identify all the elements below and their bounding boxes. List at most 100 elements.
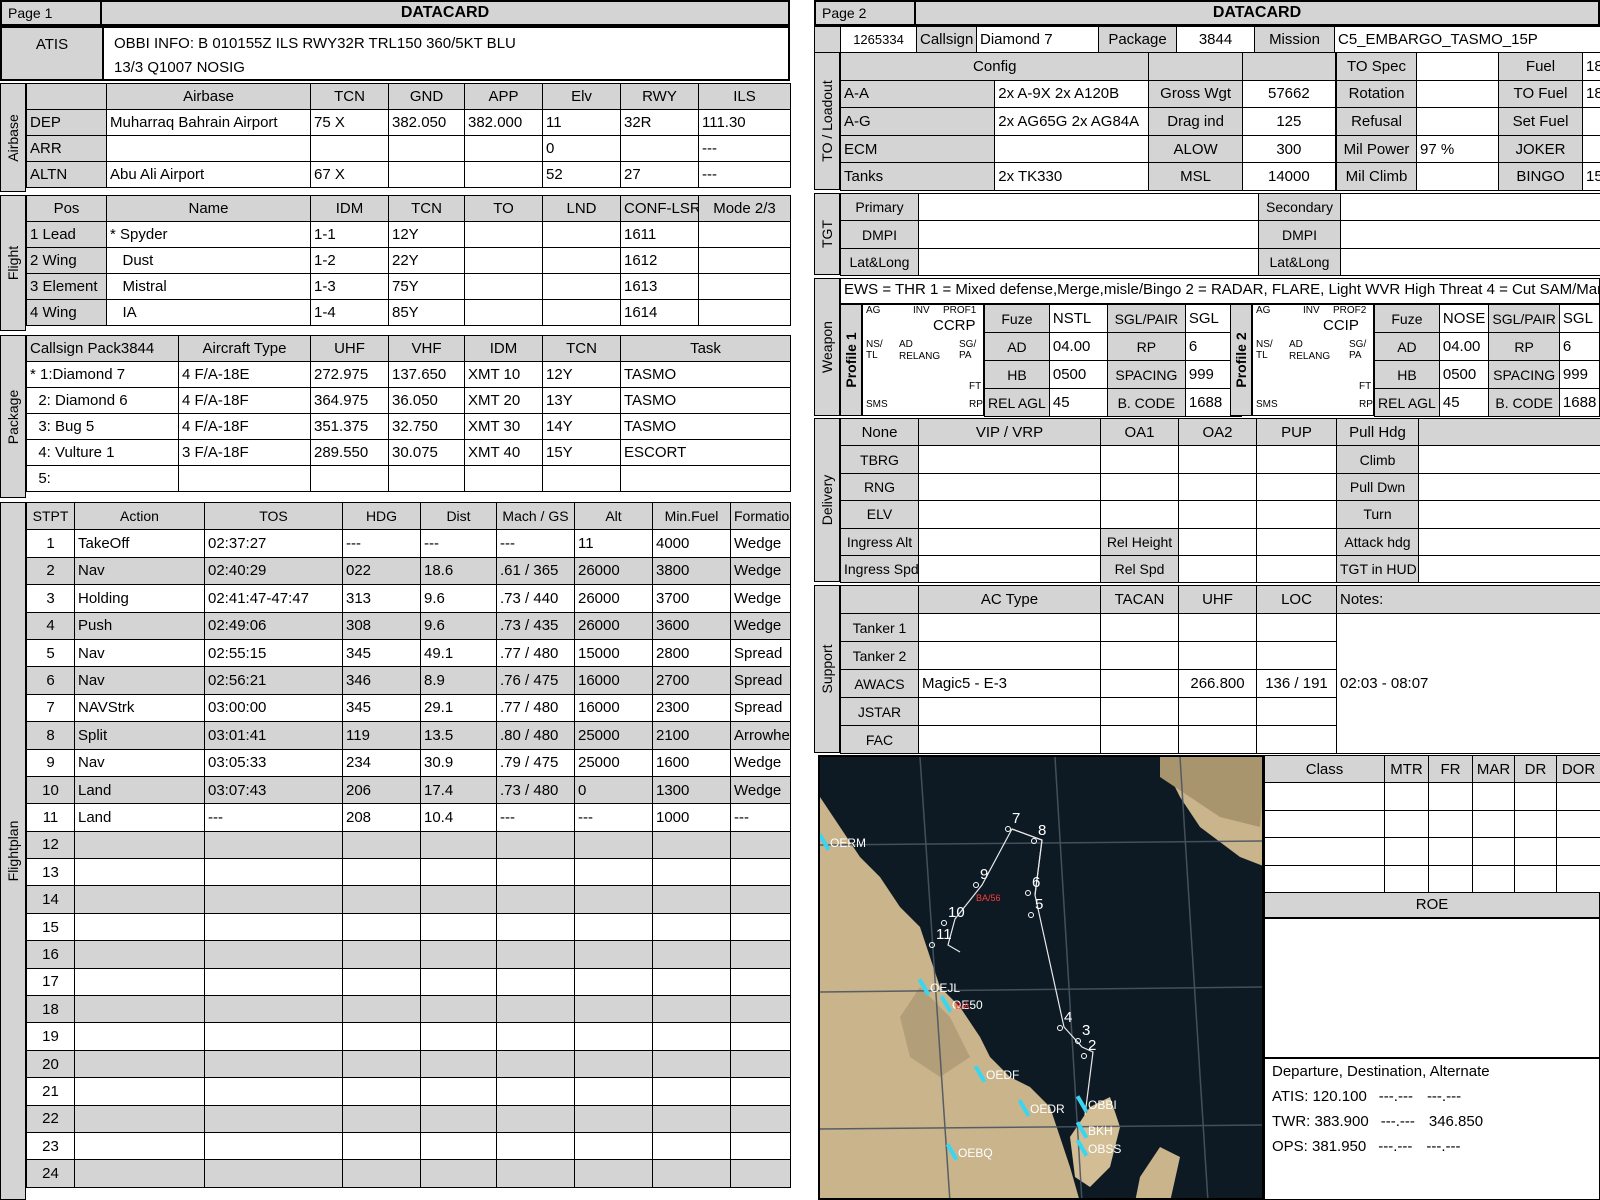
- table-cell: [542, 299, 621, 326]
- waypoint-label[interactable]: 9: [980, 866, 988, 883]
- page-title: DATACARD: [400, 4, 490, 21]
- table-cell: [496, 1131, 575, 1161]
- support-value: [918, 641, 1101, 670]
- table-cell: [652, 912, 731, 942]
- table-cell: [730, 967, 791, 997]
- weapon-value: 0500: [1438, 360, 1490, 389]
- table-cell: 1-3: [310, 273, 389, 300]
- table-cell: 26000: [574, 556, 653, 586]
- table-row: [1264, 837, 1600, 866]
- table-cell: 3: [26, 584, 75, 613]
- table-row: 19: [26, 1022, 791, 1051]
- tgt-table: Primary Secondary DMPI DMPI Lat&Long Lat&Long: [840, 192, 1600, 277]
- column-header: Airbase: [106, 83, 311, 110]
- table-row: ALTN Abu Ali Airport 67 X 52 27 ---: [26, 161, 791, 188]
- table-row: ECM ALOW 300: [839, 134, 1337, 164]
- table-row: REL AGL 45 B. CODE 1688: [1374, 388, 1600, 417]
- table-cell: [1428, 782, 1473, 811]
- weapon-value: 45: [1438, 388, 1490, 417]
- waypoint-label[interactable]: 7: [1012, 810, 1020, 827]
- profile-label: Profile 2: [1230, 304, 1252, 416]
- datacard-page-1: Page 1 DATACARD ATIS OBBI INFO: B 010155…: [0, 0, 791, 1200]
- table-row: Tanks 2x TK330 MSL 14000: [839, 162, 1337, 191]
- weapon-settings-table: Fuze NSTL SGL/PAIR SGL AD 04.00 RP 6 HB 0500 SPACI…: [984, 304, 1242, 417]
- table-row: HB 0500 SPACING 999: [1374, 360, 1600, 389]
- waypoint-label[interactable]: 11: [936, 926, 952, 943]
- table-cell: 9.6: [420, 584, 497, 613]
- tgt-value: [1340, 192, 1600, 222]
- table-cell: 11: [542, 109, 621, 136]
- waypoint-label[interactable]: 3: [1082, 1022, 1090, 1039]
- table-cell: [420, 1131, 497, 1161]
- mfd-relang: RELANG: [899, 351, 941, 362]
- table-cell: 4 Wing: [26, 299, 107, 326]
- loadout-key: ALOW: [1148, 134, 1243, 164]
- table-row: 4 Push 02:49:06 308 9.6.73 / 435 26000 3600 Wed…: [26, 611, 791, 640]
- table-cell: 345: [342, 638, 421, 668]
- table-cell: NAVStrk: [74, 693, 205, 723]
- table-cell: [574, 912, 653, 942]
- page-title: DATACARD: [1212, 4, 1302, 21]
- waypoint-label[interactable]: 4: [1064, 1009, 1072, 1026]
- tgt-value: [1340, 220, 1600, 249]
- loadout-value: 2x A-9X 2x A120B: [994, 79, 1150, 109]
- waypoint-label[interactable]: 2: [1088, 1037, 1096, 1054]
- table-cell: 308: [342, 611, 421, 640]
- support-value: [1256, 613, 1337, 642]
- to-value: [1582, 134, 1600, 164]
- route-map[interactable]: 2 3 4 5 6 7 8 9 10 11 OERM OEJL OE50 OEDF OEDR OBBI BKH…: [818, 755, 1264, 1200]
- delivery-key: Ingress Spd: [840, 554, 919, 584]
- to-value: [1582, 107, 1600, 136]
- table-cell: 3 F/A-18F: [178, 439, 311, 466]
- table-cell: [730, 940, 791, 969]
- table-row: 10 Land 03:07:43 206 17.4.73 / 480 0 1300 Wedge: [26, 775, 791, 805]
- column-header: Aircraft Type: [178, 335, 311, 362]
- table-row: 20: [26, 1049, 791, 1079]
- loadout-key: A-G: [839, 107, 996, 136]
- table-cell: 24: [26, 1159, 75, 1188]
- table-cell: 1-1: [310, 221, 389, 248]
- tgt-key: Lat&Long: [840, 247, 919, 277]
- column-header: [26, 83, 107, 110]
- roe-body[interactable]: [1264, 918, 1600, 1058]
- flightplan-section-tab: Flightplan: [0, 502, 26, 1200]
- to-key: Set Fuel: [1498, 107, 1583, 136]
- table-cell: [342, 1049, 421, 1079]
- table-cell: 26000: [574, 584, 653, 613]
- table-cell: [420, 1077, 497, 1106]
- waypoint-label[interactable]: 10: [948, 904, 965, 921]
- table-cell: [420, 940, 497, 969]
- to-key: Mil Climb: [1336, 162, 1417, 191]
- table-cell: 4: [26, 611, 75, 640]
- table-cell: 12Y: [388, 221, 465, 248]
- weapon-key: SPACING: [1488, 360, 1560, 389]
- table-cell: [74, 1131, 205, 1161]
- package-value: 3844: [1176, 26, 1255, 53]
- to-value: [1416, 79, 1499, 109]
- table-row: 9 Nav 03:05:33 234 30.9.79 / 475 25000 1600 Wed…: [26, 748, 791, 777]
- table-cell: 3700: [652, 584, 731, 613]
- mfd-ag: AG: [866, 305, 881, 316]
- table-row: 22: [26, 1104, 791, 1133]
- page1-header: Page 1 DATACARD: [0, 0, 790, 26]
- delivery-key: Ingress Alt: [840, 527, 919, 556]
- table-cell: [464, 135, 543, 162]
- table-cell: 36.050: [388, 387, 465, 414]
- weapon-key: Fuze: [984, 304, 1050, 333]
- table-cell: [542, 465, 621, 492]
- threat-table: Class MTR FR MAR DR DOR: [1264, 754, 1600, 893]
- table-cell: 26000: [574, 611, 653, 640]
- waypoint-label[interactable]: 8: [1038, 822, 1046, 839]
- waypoint-label[interactable]: 5: [1035, 896, 1043, 913]
- page-number: Page 1: [2, 2, 102, 24]
- delivery-key: TGT in HUD: [1336, 554, 1419, 584]
- waypoint-label[interactable]: 6: [1032, 874, 1040, 891]
- table-cell: 364.975: [310, 387, 389, 414]
- table-cell: Dust: [106, 247, 311, 274]
- table-cell: 9: [26, 748, 75, 777]
- table-cell: [574, 1022, 653, 1051]
- support-notes[interactable]: 02:03 - 08:07: [1336, 613, 1600, 754]
- column-header: GND: [388, 83, 465, 110]
- table-row: REL AGL 45 B. CODE 1688: [984, 388, 1242, 417]
- table-cell: [74, 912, 205, 942]
